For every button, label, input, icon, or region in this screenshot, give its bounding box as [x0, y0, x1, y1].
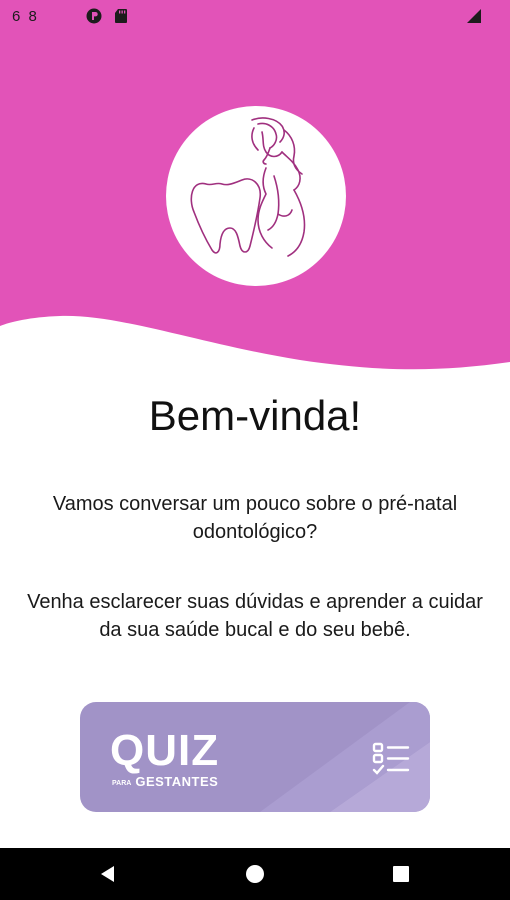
welcome-title: Bem-vinda! [148, 392, 362, 439]
quiz-title: QUIZ [110, 726, 220, 775]
sd-card-icon [115, 9, 127, 23]
navigation-bar [0, 848, 510, 900]
signal-icon [467, 9, 481, 23]
intro-text: Vamos conversar um pouco sobre o pré-nat… [52, 493, 458, 543]
quiz-subtitle: PARA GESTANTES [112, 774, 218, 789]
status-bar: 6 8 [0, 0, 510, 32]
app-logo [166, 106, 346, 286]
app-notification-icon [86, 8, 102, 24]
checklist-icon [372, 742, 410, 775]
quiz-subtitle-small: PARA [112, 780, 132, 787]
recents-icon[interactable] [392, 865, 410, 883]
quiz-button[interactable]: QUIZ PARA GESTANTES [80, 702, 430, 812]
help-text: Venha esclarecer suas dúvidas e aprender… [27, 591, 483, 641]
home-icon[interactable] [245, 864, 265, 884]
status-time: 6 8 [12, 8, 39, 25]
back-icon[interactable] [98, 864, 118, 884]
tooth-pregnant-woman-logo-icon [190, 117, 306, 257]
quiz-subtitle-main: GESTANTES [135, 774, 219, 789]
